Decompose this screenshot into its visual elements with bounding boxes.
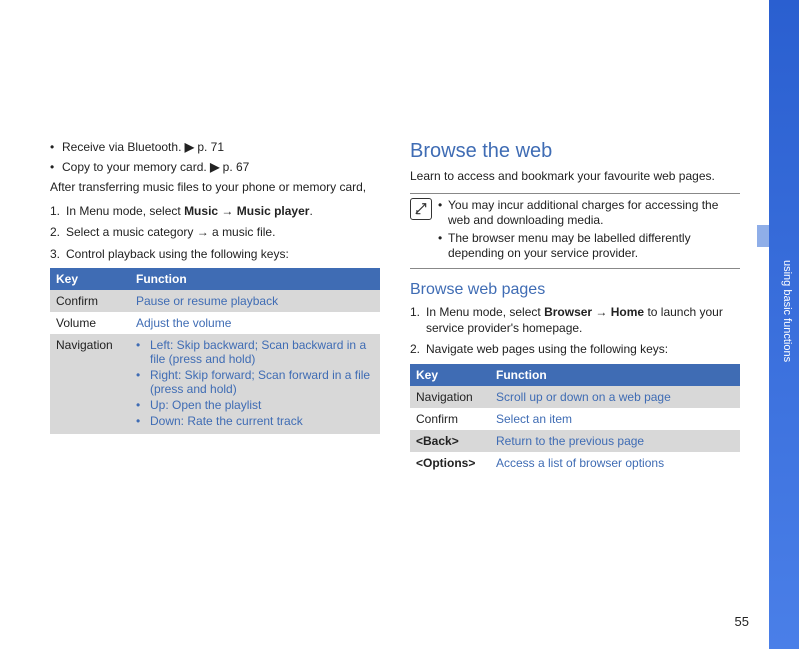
step-2: 2. Select a music category → a music fil… bbox=[50, 225, 380, 241]
list-item: •Right: Skip forward; Scan forward in a … bbox=[136, 368, 374, 396]
right-column: Browse the web Learn to access and bookm… bbox=[410, 140, 740, 474]
header-function: Function bbox=[490, 364, 740, 386]
ref-icon: ▶ bbox=[210, 160, 219, 174]
text: In Menu mode, select bbox=[66, 204, 184, 218]
table-row: Volume Adjust the volume bbox=[50, 312, 380, 334]
table-row-navigation: Navigation •Left: Skip backward; Scan ba… bbox=[50, 334, 380, 434]
text: Receive via Bluetooth. bbox=[62, 140, 185, 154]
text: The browser menu may be labelled differe… bbox=[448, 231, 740, 262]
table-row: Navigation Scroll up or down on a web pa… bbox=[410, 386, 740, 408]
menu-music: Music bbox=[184, 204, 218, 218]
left-column: • Receive via Bluetooth. ▶ p. 71 • Copy … bbox=[50, 140, 380, 474]
table-header-row: Key Function bbox=[50, 268, 380, 290]
cell-func: Select an item bbox=[490, 408, 740, 430]
step-number: 1. bbox=[50, 204, 60, 220]
cell-key: Confirm bbox=[410, 408, 490, 430]
bullet-dot: • bbox=[438, 231, 448, 262]
header-function: Function bbox=[130, 268, 380, 290]
header-key: Key bbox=[410, 364, 490, 386]
browser-keys-table: Key Function Navigation Scroll up or dow… bbox=[410, 364, 740, 474]
heading-browse-web: Browse the web bbox=[410, 140, 740, 163]
ref-icon: ▶ bbox=[185, 140, 194, 154]
list-item: •Left: Skip backward; Scan backward in a… bbox=[136, 338, 374, 366]
heading-browse-pages: Browse web pages bbox=[410, 281, 740, 299]
note-box: •You may incur additional charges for ac… bbox=[410, 193, 740, 269]
bullet-text: Copy to your memory card. ▶ p. 67 bbox=[62, 160, 249, 174]
cell-func: Adjust the volume bbox=[130, 312, 380, 334]
header-key: Key bbox=[50, 268, 130, 290]
cell-key: Confirm bbox=[50, 290, 130, 312]
text: In Menu mode, select bbox=[426, 305, 544, 319]
menu-browser: Browser bbox=[544, 305, 592, 319]
step-1: 1. In Menu mode, select Browser → Home t… bbox=[410, 305, 740, 336]
page-ref: p. 71 bbox=[197, 140, 224, 154]
step-number: 2. bbox=[50, 225, 60, 241]
note-item: •The browser menu may be labelled differ… bbox=[438, 231, 740, 262]
menu-music-player: Music player bbox=[237, 204, 310, 218]
step-number: 3. bbox=[50, 247, 60, 263]
paragraph: Learn to access and bookmark your favour… bbox=[410, 169, 740, 185]
cell-key: Navigation bbox=[50, 334, 130, 434]
table-row: Confirm Pause or resume playback bbox=[50, 290, 380, 312]
step-3: 3. Control playback using the following … bbox=[50, 247, 380, 263]
bullet-dot: • bbox=[438, 198, 448, 229]
cell-func: Scroll up or down on a web page bbox=[490, 386, 740, 408]
table-row: Confirm Select an item bbox=[410, 408, 740, 430]
text: Select a music category → a music file. bbox=[66, 225, 275, 239]
music-keys-table: Key Function Confirm Pause or resume pla… bbox=[50, 268, 380, 434]
arrow: → bbox=[218, 204, 237, 218]
text: Copy to your memory card. bbox=[62, 160, 210, 174]
cell-key: <Back> bbox=[410, 430, 490, 452]
text: Control playback using the following key… bbox=[66, 247, 289, 261]
cell-func: Access a list of browser options bbox=[490, 452, 740, 474]
text: Up: Open the playlist bbox=[150, 398, 261, 412]
note-body: •You may incur additional charges for ac… bbox=[438, 198, 740, 264]
arrow: → bbox=[592, 305, 611, 319]
key-back: <Back> bbox=[416, 434, 459, 448]
text: Down: Rate the current track bbox=[150, 414, 303, 428]
text: You may incur additional charges for acc… bbox=[448, 198, 740, 229]
text: Navigate web pages using the following k… bbox=[426, 342, 668, 356]
cell-func-list: •Left: Skip backward; Scan backward in a… bbox=[130, 334, 380, 434]
text: . bbox=[309, 204, 312, 218]
key-options: <Options> bbox=[416, 456, 475, 470]
bullet-item: • Copy to your memory card. ▶ p. 67 bbox=[50, 160, 380, 174]
nav-functions-list: •Left: Skip backward; Scan backward in a… bbox=[136, 338, 374, 428]
cell-key: <Options> bbox=[410, 452, 490, 474]
menu-home: Home bbox=[611, 305, 644, 319]
cell-func: Pause or resume playback bbox=[130, 290, 380, 312]
cell-key: Volume bbox=[50, 312, 130, 334]
bullet-dot: • bbox=[136, 398, 150, 412]
text: Right: Skip forward; Scan forward in a f… bbox=[150, 368, 374, 396]
bullet-item: • Receive via Bluetooth. ▶ p. 71 bbox=[50, 140, 380, 154]
step-1: 1. In Menu mode, select Music → Music pl… bbox=[50, 204, 380, 220]
step-2: 2. Navigate web pages using the followin… bbox=[410, 342, 740, 358]
page-number: 55 bbox=[735, 614, 749, 629]
paragraph: After transferring music files to your p… bbox=[50, 180, 380, 196]
step-number: 2. bbox=[410, 342, 420, 358]
table-row: <Back> Return to the previous page bbox=[410, 430, 740, 452]
bullet-dot: • bbox=[50, 140, 62, 154]
table-row: <Options> Access a list of browser optio… bbox=[410, 452, 740, 474]
table-header-row: Key Function bbox=[410, 364, 740, 386]
side-tab-accent bbox=[757, 225, 769, 247]
page-ref: p. 67 bbox=[223, 160, 250, 174]
bullet-dot: • bbox=[136, 414, 150, 428]
bullet-dot: • bbox=[50, 160, 62, 174]
list-item: •Up: Open the playlist bbox=[136, 398, 374, 412]
bullet-dot: • bbox=[136, 368, 150, 396]
page-content: • Receive via Bluetooth. ▶ p. 71 • Copy … bbox=[50, 140, 740, 474]
cell-key: Navigation bbox=[410, 386, 490, 408]
step-number: 1. bbox=[410, 305, 420, 321]
cell-func: Return to the previous page bbox=[490, 430, 740, 452]
note-item: •You may incur additional charges for ac… bbox=[438, 198, 740, 229]
note-icon bbox=[410, 198, 432, 220]
list-item: •Down: Rate the current track bbox=[136, 414, 374, 428]
side-label: using basic functions bbox=[781, 260, 793, 362]
text: Left: Skip backward; Scan backward in a … bbox=[150, 338, 374, 366]
bullet-text: Receive via Bluetooth. ▶ p. 71 bbox=[62, 140, 224, 154]
bullet-dot: • bbox=[136, 338, 150, 366]
